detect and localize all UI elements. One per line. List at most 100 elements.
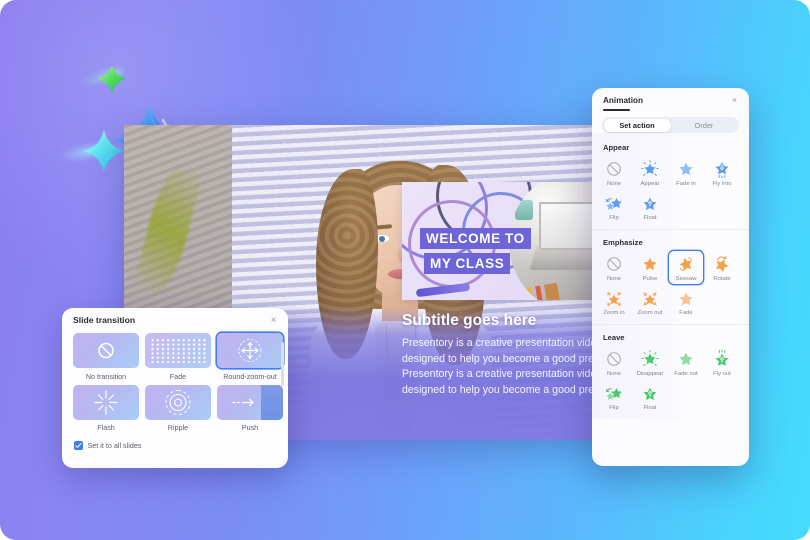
- animation-panel-header: Animation ×: [592, 88, 749, 112]
- transition-option-label: Ripple: [167, 423, 189, 432]
- anim-item-leave-flip[interactable]: Flip: [597, 381, 631, 414]
- anim-item-label: Seesaw: [675, 275, 697, 282]
- star-seesaw-icon: [679, 257, 692, 272]
- anim-item-label: Float: [643, 215, 657, 222]
- close-icon[interactable]: ×: [729, 95, 740, 106]
- slide-transition-panel[interactable]: Slide transition × No transition Fade Ro…: [62, 308, 288, 468]
- anim-item-zoom-in[interactable]: Zoom in: [597, 286, 631, 319]
- transition-option-fade[interactable]: Fade: [145, 333, 211, 381]
- star-faded-icon: [679, 292, 693, 305]
- anim-item-rotate[interactable]: Rotate: [705, 251, 739, 284]
- no-transition-icon: [98, 342, 114, 359]
- anim-item-disappear[interactable]: Disappear: [633, 346, 667, 379]
- title-underline: [603, 109, 630, 112]
- transition-thumb: [217, 333, 283, 368]
- animation-sections: Appear None Appear Fade in Fly into Flip…: [592, 133, 749, 420]
- slide-transition-header: Slide transition ×: [62, 308, 288, 330]
- anim-item-pulse[interactable]: Pulse: [633, 251, 667, 284]
- transition-option-round-zoom-out[interactable]: Round-zoom-out: [217, 333, 283, 381]
- anim-item-appear[interactable]: Appear: [633, 156, 667, 189]
- panel-scrollbar[interactable]: [281, 342, 284, 386]
- anim-item-label: Flip: [609, 405, 619, 412]
- transition-thumb: [217, 384, 283, 420]
- tab-set-action[interactable]: Set action: [603, 118, 671, 132]
- none-circle-slash-icon: [607, 162, 621, 176]
- animation-panel[interactable]: Animation × Set action Order Appear None…: [592, 88, 749, 466]
- star-plain-icon: [679, 352, 693, 366]
- anim-item-label: None: [606, 275, 622, 282]
- section-title: Leave: [603, 333, 625, 343]
- transition-option-label: Fade: [169, 371, 187, 381]
- none-circle-slash-icon: [607, 352, 621, 366]
- anim-item-label: Fade in: [676, 180, 696, 187]
- transition-option-ripple[interactable]: Ripple: [145, 384, 211, 432]
- anim-item-label: Zoom in: [603, 310, 625, 317]
- anim-item-label: Fly into: [712, 180, 732, 187]
- anim-item-float[interactable]: Float: [633, 191, 667, 224]
- anim-item-zoom-out[interactable]: Zoom out: [633, 286, 667, 319]
- section-item-grid: None: [592, 156, 749, 223]
- anim-item-emphasize-fade[interactable]: Fade: [669, 286, 703, 319]
- anim-item-flip[interactable]: Flip: [597, 191, 631, 224]
- anim-item-fly-into[interactable]: Fly into: [705, 156, 739, 189]
- transition-option-label: Flash: [97, 423, 115, 432]
- transition-option-push[interactable]: Push: [217, 384, 283, 432]
- anim-item-leave-float[interactable]: Float: [633, 381, 667, 414]
- animation-mode-tabs[interactable]: Set action Order: [602, 117, 739, 134]
- anim-item-fly-out[interactable]: Fly out: [705, 346, 739, 379]
- transition-option-flash[interactable]: Flash: [73, 384, 139, 432]
- anim-item-appear-none[interactable]: None: [597, 156, 631, 189]
- anim-item-seesaw[interactable]: Seesaw: [669, 251, 703, 284]
- star-zoom-out-icon: [643, 292, 657, 306]
- ripple-flower-icon: [165, 389, 191, 415]
- anim-item-label: Fade out: [674, 370, 698, 377]
- fade-dots-icon: [150, 338, 206, 363]
- anim-item-emphasize-none[interactable]: None: [597, 251, 631, 284]
- transition-option-label: No transition: [85, 371, 127, 381]
- pens: [517, 282, 561, 300]
- transition-thumb: [145, 333, 211, 368]
- transition-option-grid: No transition Fade Round-zoom-out Flash …: [62, 330, 288, 432]
- transition-thumb: [145, 384, 211, 420]
- star-arrow-up-icon: [643, 197, 657, 210]
- anim-item-fade-out[interactable]: Fade out: [669, 346, 703, 379]
- flash-burst-icon: [94, 389, 118, 415]
- star-rotate-icon: [715, 256, 729, 273]
- anim-item-fade-in[interactable]: Fade in: [669, 156, 703, 189]
- anim-item-leave-none[interactable]: None: [597, 346, 631, 379]
- anim-item-label: None: [606, 370, 622, 377]
- section-title: Emphasize: [603, 238, 643, 248]
- star-plain-icon: [643, 257, 657, 271]
- app-stage: WELCOME TO MY CLASS Subtitle goes here P…: [0, 0, 810, 540]
- transition-option-no-transition[interactable]: No transition: [73, 333, 139, 381]
- anim-item-label: Pulse: [642, 275, 658, 282]
- push-arrow-icon: [232, 398, 254, 406]
- slide-transition-title: Slide transition: [73, 315, 136, 325]
- set-all-slides-checkbox[interactable]: [74, 441, 83, 450]
- slide-title-line2: MY CLASS: [424, 253, 511, 274]
- anim-item-label: Fly out: [713, 370, 731, 377]
- animation-panel-title: Animation: [603, 96, 644, 105]
- star-sparkle-icon: [641, 160, 659, 177]
- anim-item-label: Appear: [640, 180, 660, 187]
- close-icon[interactable]: ×: [268, 315, 279, 326]
- anim-item-label: Zoom out: [637, 310, 663, 317]
- slide-title-line1: WELCOME TO: [420, 228, 531, 249]
- star-zoom-in-icon: [607, 292, 621, 306]
- animation-section-emphasize: Emphasize None Pulse Seesaw Rotate Zoom …: [592, 229, 749, 324]
- star-flip-icon: [606, 197, 622, 210]
- none-circle-slash-icon: [607, 257, 621, 271]
- star-plain-icon: [679, 162, 693, 176]
- apply-all-row[interactable]: Set it to all slides: [62, 432, 288, 450]
- tab-order[interactable]: Order: [671, 119, 738, 132]
- round-zoom-out-icon: [238, 339, 262, 362]
- cup: [515, 200, 533, 220]
- anim-item-label: None: [606, 180, 622, 187]
- decor-brushstroke: [415, 282, 471, 298]
- animation-section-leave: Leave None Disappear Fade out Fly out Fl…: [592, 324, 749, 419]
- anim-item-label: Float: [643, 405, 657, 412]
- star-arrow-down-icon: [715, 162, 729, 179]
- section-item-grid: None: [592, 346, 749, 413]
- star-arrow-up-icon: [643, 387, 657, 400]
- section-item-grid: None Pulse Seesaw Rotate Zoom in Zoom ou…: [592, 251, 749, 318]
